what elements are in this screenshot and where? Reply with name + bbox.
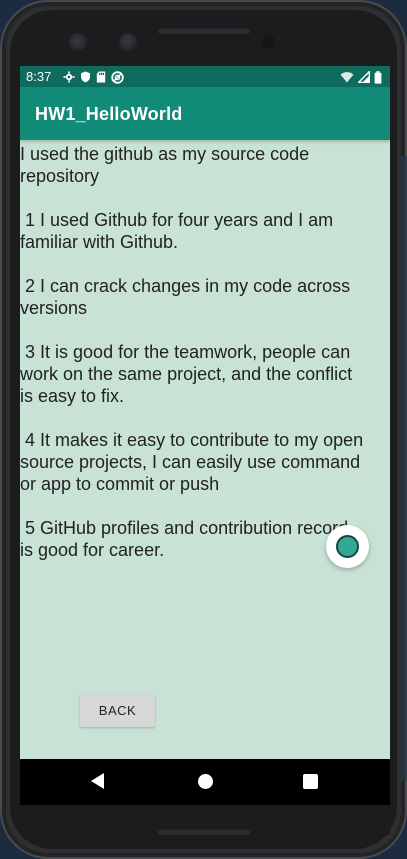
status-icons-left	[63, 69, 124, 85]
battery-icon	[374, 70, 382, 84]
navigation-bar	[20, 759, 390, 805]
camera-icon	[69, 33, 87, 51]
status-time: 8:37	[26, 69, 52, 84]
bottom-speaker	[157, 828, 251, 835]
home-icon[interactable]	[198, 774, 213, 789]
app-title: HW1_HelloWorld	[35, 104, 183, 124]
reason-item-1: 1 I used Github for four years and I am …	[20, 210, 339, 252]
reason-item-5: 5 GitHub profiles and contribution recor…	[20, 518, 349, 560]
app-bar: HW1_HelloWorld	[20, 87, 390, 140]
status-bar: 8:37	[20, 66, 390, 87]
shield-icon	[80, 71, 91, 83]
phone-frame: 8:37 HW1_HelloWorld I used the github as…	[0, 0, 407, 859]
no-entry-icon	[111, 70, 124, 84]
back-icon[interactable]	[91, 773, 104, 789]
earpiece-speaker	[157, 27, 251, 34]
touch-target-icon	[336, 535, 359, 558]
reason-item-4: 4 It makes it easy to contribute to my o…	[20, 430, 369, 494]
back-button[interactable]: BACK	[80, 694, 155, 727]
floating-touch-button[interactable]	[326, 525, 369, 568]
reason-item-3: 3 It is good for the teamwork, people ca…	[20, 342, 358, 406]
intro-paragraph: I used the github as my source code repo…	[20, 144, 315, 186]
gear-icon	[63, 71, 75, 83]
side-strip	[401, 156, 407, 781]
camera-icon	[119, 33, 137, 51]
signal-icon	[358, 71, 370, 83]
main-content: I used the github as my source code repo…	[20, 143, 365, 583]
sd-card-icon	[96, 71, 106, 83]
screen: 8:37 HW1_HelloWorld I used the github as…	[20, 66, 390, 759]
status-icons-right	[340, 69, 382, 85]
proximity-sensor-icon	[262, 35, 275, 48]
wifi-icon	[340, 71, 354, 83]
reason-item-2: 2 I can crack changes in my code across …	[20, 276, 356, 318]
recents-icon[interactable]	[303, 774, 318, 789]
